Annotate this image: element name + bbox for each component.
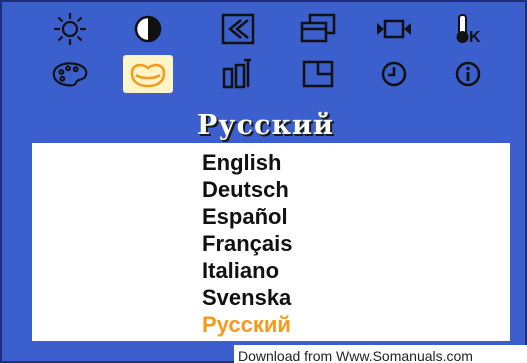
language-option-espanol[interactable]: Español — [202, 203, 293, 230]
language-option-english[interactable]: English — [202, 149, 293, 176]
download-watermark: Download from Www.Somanuals.com — [234, 345, 527, 363]
recall-icon[interactable] — [218, 55, 258, 93]
language-option-italiano[interactable]: Italiano — [202, 257, 293, 284]
menu-icon-row-1: K — [2, 10, 525, 50]
language-option-deutsch[interactable]: Deutsch — [202, 176, 293, 203]
brightness-icon[interactable] — [50, 10, 90, 48]
menu-icon-row-2 — [2, 55, 525, 95]
language-list-panel: English Deutsch Español Français Italian… — [32, 143, 510, 341]
color-palette-icon[interactable] — [50, 55, 90, 93]
image-lock-icon[interactable] — [374, 10, 414, 48]
language-option-svenska[interactable]: Svenska — [202, 284, 293, 311]
contrast-icon[interactable] — [128, 10, 168, 48]
language-option-russian[interactable]: Русский — [202, 311, 293, 338]
information-icon[interactable] — [448, 55, 488, 93]
language-option-francais[interactable]: Français — [202, 230, 293, 257]
svg-text:K: K — [469, 29, 481, 46]
language-list: English Deutsch Español Français Italian… — [202, 149, 293, 338]
size-icon[interactable] — [298, 10, 338, 48]
temperature-icon[interactable]: K — [448, 10, 488, 48]
menu-position-icon[interactable] — [298, 55, 338, 93]
menu-title: Русский — [196, 110, 335, 141]
language-icon[interactable] — [123, 55, 173, 93]
position-icon[interactable] — [218, 10, 258, 48]
timer-icon[interactable] — [374, 55, 414, 93]
osd-menu: K Русский English Deutsch Español França… — [0, 0, 527, 363]
